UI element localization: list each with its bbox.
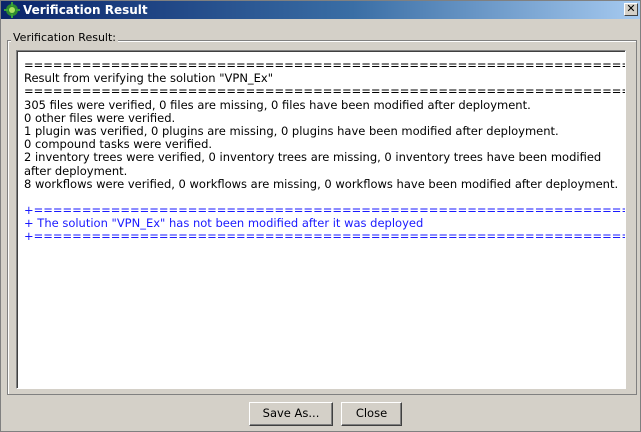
orchestrator-icon — [4, 2, 20, 18]
title-bar[interactable]: Verification Result ✕ — [1, 1, 640, 19]
result-line: 8 workflows were verified, 0 workflows a… — [24, 176, 619, 191]
verification-result-window: Verification Result ✕ Verification Resul… — [0, 0, 641, 432]
separator-line: ========================================… — [24, 84, 626, 99]
close-button[interactable]: Close — [341, 402, 402, 426]
window-title: Verification Result — [23, 3, 148, 17]
summary-separator: +=======================================… — [24, 229, 626, 244]
result-line: 305 files were verified, 0 files are mis… — [24, 97, 531, 112]
result-text: ========================================… — [24, 58, 626, 244]
close-window-button[interactable]: ✕ — [624, 3, 638, 16]
group-label: Verification Result: — [11, 31, 118, 45]
save-as-button[interactable]: Save As... — [249, 402, 333, 426]
result-line: 2 inventory trees were verified, 0 inven… — [24, 150, 602, 178]
button-bar: Save As... Close — [1, 398, 640, 431]
result-textarea[interactable]: ========================================… — [16, 50, 626, 389]
